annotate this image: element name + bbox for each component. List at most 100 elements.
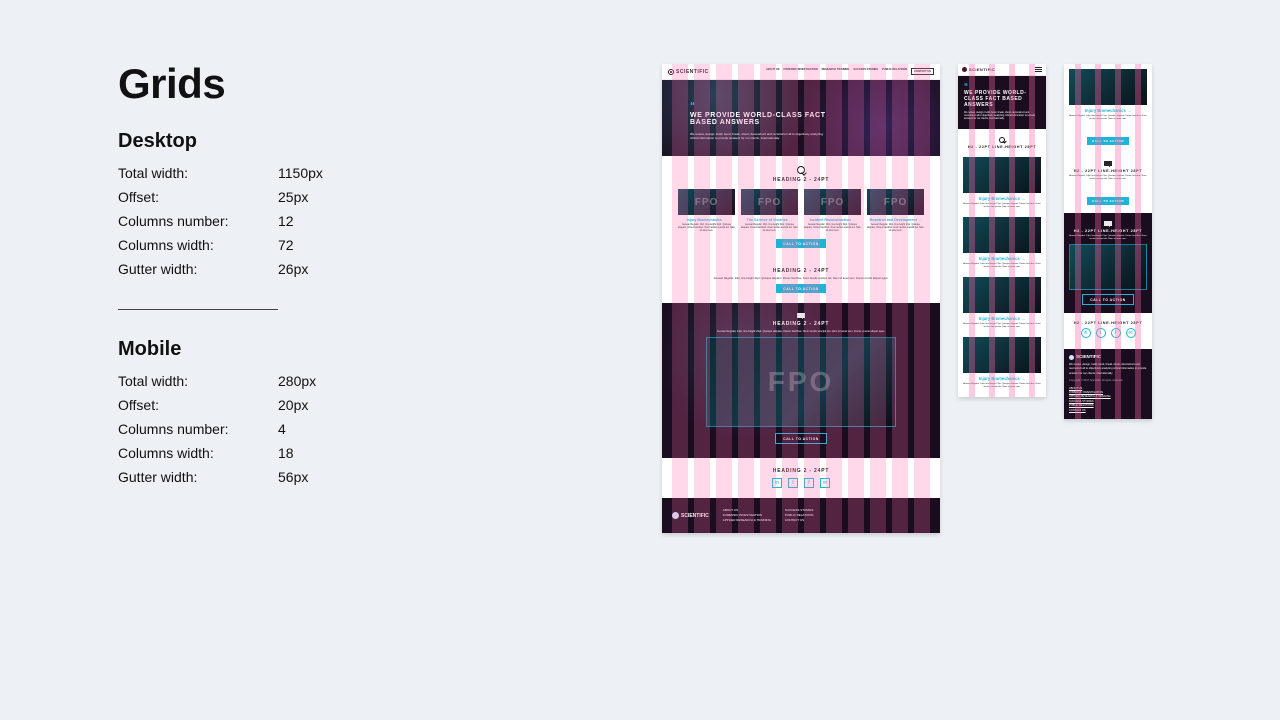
fpo-image <box>963 277 1041 313</box>
nav-item[interactable]: CONTACT US <box>911 68 934 75</box>
footer-link[interactable]: APPLIED RESEARCH & TRAINING <box>723 518 771 522</box>
tile-body: Aenean Regular, 14pt, line-height 21pt. … <box>963 203 1041 209</box>
site-header: SCIENTIFIC <box>958 64 1046 76</box>
nav-item[interactable]: ABOUT US <box>766 68 780 75</box>
spec-row: Columns width:18 <box>118 441 458 465</box>
card-title[interactable]: The Science of Violence → <box>741 218 798 222</box>
footer-link[interactable]: PUBLIC RELATIONS <box>785 513 813 517</box>
section-heading: H2 - 22PT LINE-HEIGHT 28PT <box>1069 169 1147 173</box>
card-title[interactable]: Research and Development → <box>867 218 924 222</box>
site-header: SCIENTIFIC ABOUT US FORENSIC INVESTIGATI… <box>662 64 940 80</box>
mobile-mockup-a: SCIENTIFIC “ WE PROVIDE WORLD-CLASS FACT… <box>958 64 1046 397</box>
dark-section: H2 - 22PT LINE-HEIGHT 28PT Aenean Regula… <box>1064 213 1152 313</box>
card-body: Aenean Regular, 14pt, line-height 21pt. … <box>867 224 924 233</box>
video-icon <box>1104 221 1112 226</box>
mail-icon[interactable]: ✉ <box>1126 328 1136 338</box>
video-player[interactable] <box>1069 244 1147 290</box>
footer-logo: SCIENTIFIC <box>1069 355 1147 360</box>
section-heading: HEADING 2 - 24PT <box>676 321 926 327</box>
footer: SCIENTIFIC ABOUT US FORENSIC INVESTIGATI… <box>662 498 940 533</box>
menu-icon[interactable] <box>1035 67 1042 72</box>
section: H2 - 22PT LINE-HEIGHT 28PT Aenean Regula… <box>1064 153 1152 189</box>
card-body: Aenean Regular, 14pt, line-height 21pt. … <box>741 224 798 233</box>
section-heading: H2 - 22PT LINE-HEIGHT 28PT <box>1069 229 1147 233</box>
social-row: in t f ✉ <box>670 478 932 488</box>
section-heading: H2 - 22PT LINE-HEIGHT 28PT <box>963 145 1041 149</box>
card-title[interactable]: Incident Reconstruction → <box>804 218 861 222</box>
tile-title[interactable]: Injury Biomechanics → <box>963 196 1041 201</box>
fpo-label: FPO <box>768 366 835 398</box>
nav-item[interactable]: FORENSIC INVESTIGATION <box>783 68 817 75</box>
logo-icon <box>668 69 674 75</box>
spec-row: Offset:25px <box>118 185 458 209</box>
tile-title[interactable]: Injury Biomechanics → <box>1069 108 1147 113</box>
card-title[interactable]: Injury Biomechanics → <box>678 218 735 222</box>
desktop-mockup: SCIENTIFIC ABOUT US FORENSIC INVESTIGATI… <box>662 64 940 533</box>
linkedin-icon[interactable]: in <box>772 478 782 488</box>
desktop-heading: Desktop <box>118 130 458 153</box>
card: FPOResearch and Development →Aenean Regu… <box>867 189 924 233</box>
cta-button[interactable]: CALL TO ACTION <box>775 433 826 444</box>
tile-title[interactable]: Injury Biomechanics → <box>963 376 1041 381</box>
section: HEADING 2 - 24PT Aenean Regular, 14pt, l… <box>662 258 940 303</box>
tile: Injury Biomechanics →Aenean Regular, 14p… <box>958 217 1046 277</box>
video-icon <box>797 313 805 318</box>
search-icon <box>797 166 805 174</box>
linkedin-icon[interactable]: in <box>1081 328 1091 338</box>
section-body: Aenean Regular, 14pt, line-height 21pt. … <box>711 277 891 280</box>
spec-row: Total width:1150px <box>118 161 458 185</box>
nav-item[interactable]: SUCCESS STORIES <box>853 68 878 75</box>
cards-row: FPO Injury Biomechanics → Aenean Regular, … <box>678 189 924 233</box>
logo-icon <box>1069 355 1074 360</box>
nav-item[interactable]: PUBLIC RELATIONS <box>882 68 907 75</box>
section-body: Aenean Regular, 14pt, line-height 21pt. … <box>676 330 926 333</box>
facebook-icon[interactable]: f <box>804 478 814 488</box>
fpo-image <box>963 157 1041 193</box>
footer: SCIENTIFIC We review, design, build, ben… <box>1064 349 1152 419</box>
hero-body: We review, design, build, bend, break, s… <box>690 132 830 140</box>
logo-icon <box>672 512 679 519</box>
twitter-icon[interactable]: t <box>788 478 798 488</box>
tile: Injury Biomechanics → Aenean Regular, 14p… <box>958 277 1046 337</box>
cta-button[interactable]: CALL TO ACTION <box>1082 294 1133 305</box>
cta-button[interactable]: CALL TO ACTION <box>1087 197 1129 205</box>
footer-link[interactable]: CONTACT US <box>785 518 804 522</box>
mail-icon[interactable]: ✉ <box>820 478 830 488</box>
cta-button[interactable]: CALL TO ACTION <box>776 239 825 248</box>
footer-link[interactable]: FORENSIC INVESTIGATION <box>723 513 762 517</box>
facebook-icon[interactable]: f <box>1111 328 1121 338</box>
section: HEADING 2 - 24PT FPOInjury Biomechanics … <box>662 156 940 258</box>
cta-button[interactable]: CALL TO ACTION <box>1087 137 1129 145</box>
tile-title[interactable]: Injury Biomechanics → <box>963 316 1041 321</box>
footer-link[interactable]: SUCCESS STORIES <box>785 508 813 512</box>
spec-row: Gutter width:56px <box>118 465 458 489</box>
dark-section: HEADING 2 - 24PT Aenean Regular, 14pt, l… <box>662 303 940 458</box>
spec-row: Gutter width:26px <box>118 257 458 281</box>
section-body: Aenean Regular, 14pt, line-height 21pt. … <box>1069 175 1147 181</box>
spec-panel: Grids Desktop Total width:1150px Offset:… <box>118 60 458 489</box>
nav-item[interactable]: RESEARCH TRAINING <box>822 68 850 75</box>
tile: Injury Biomechanics →Aenean Regular, 14p… <box>1064 64 1152 129</box>
footer-logo: SCIENTIFIC <box>672 508 709 523</box>
video-icon <box>1104 161 1112 166</box>
hero-title: WE PROVIDE WORLD-CLASS FACT BASED ANSWER… <box>964 90 1040 108</box>
section: CALL TO ACTION <box>1064 189 1152 213</box>
tile-body: Aenean Regular, 14pt, line-height 21pt. … <box>963 323 1041 329</box>
spec-row: Columns number:4 <box>118 417 458 441</box>
section-heading: HEADING 2 - 24PT <box>670 468 932 474</box>
spec-row: Offset:20px <box>118 393 458 417</box>
fpo-image: FPO <box>741 189 798 215</box>
hero: “ WE PROVIDE WORLD-CLASS FACT BASED ANSW… <box>662 80 940 156</box>
tile-title[interactable]: Injury Biomechanics → <box>963 256 1041 261</box>
cta-button[interactable]: CALL TO ACTION <box>776 284 825 293</box>
card-body: Aenean Regular, 14pt, line-height 21pt. … <box>804 224 861 233</box>
copyright: Copyright © 2017 Scientific. All rights … <box>1069 379 1147 383</box>
section: CALL TO ACTION <box>1064 129 1152 153</box>
mobile-heading: Mobile <box>118 338 458 361</box>
footer-link[interactable]: ABOUT US <box>723 508 738 512</box>
fpo-image: FPO <box>678 189 735 215</box>
video-player[interactable]: FPO <box>706 337 896 427</box>
twitter-icon[interactable]: t <box>1096 328 1106 338</box>
fpo-image <box>963 217 1041 253</box>
footer-link[interactable]: CONTACT US <box>1069 409 1147 413</box>
